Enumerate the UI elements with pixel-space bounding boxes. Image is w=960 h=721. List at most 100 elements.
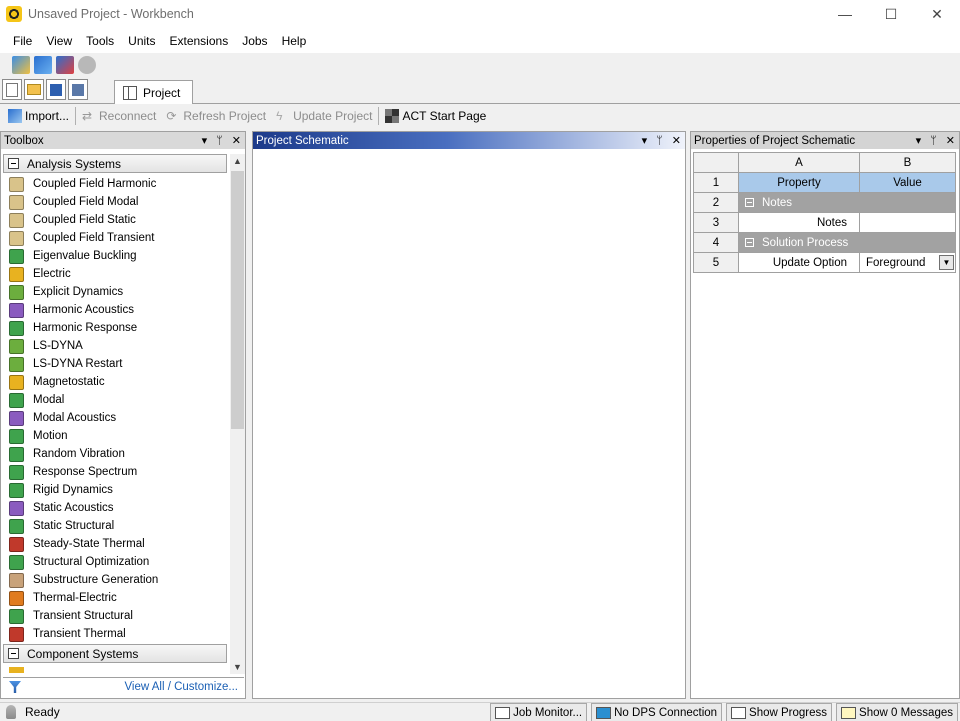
scrollbar-thumb[interactable]	[231, 171, 244, 429]
archive-icon[interactable]	[56, 56, 74, 74]
solution-process-group-row[interactable]: Solution Process	[738, 232, 956, 253]
panel-menu-icon[interactable]: ▾	[916, 134, 922, 147]
list-item[interactable]: Magnetostatic	[9, 373, 229, 391]
menu-units[interactable]: Units	[121, 34, 162, 48]
menu-file[interactable]: File	[6, 34, 39, 48]
list-item[interactable]: Eigenvalue Buckling	[9, 247, 229, 265]
filter-icon[interactable]	[9, 681, 21, 693]
list-item[interactable]: Transient Thermal	[9, 625, 229, 643]
close-icon[interactable]: ✕	[946, 134, 955, 147]
list-item[interactable]: Response Spectrum	[9, 463, 229, 481]
row-number: 2	[693, 192, 739, 213]
close-icon[interactable]: ✕	[232, 134, 241, 147]
save-as-project-icon[interactable]	[68, 79, 88, 100]
list-item[interactable]: Modal Acoustics	[9, 409, 229, 427]
show-progress-label: Show Progress	[749, 706, 828, 719]
open-archive-icon[interactable]	[12, 56, 30, 74]
file-toolbar	[2, 79, 88, 100]
list-item[interactable]: Thermal-Electric	[9, 589, 229, 607]
panel-menu-icon[interactable]: ▾	[202, 134, 208, 147]
column-b-header[interactable]: B	[859, 152, 956, 173]
toolbox-scrollbar[interactable]: ▲ ▼	[230, 154, 245, 674]
table-row: 2 Notes	[693, 192, 956, 213]
show-progress-button[interactable]: Show Progress	[726, 703, 833, 721]
save-as-icon[interactable]	[34, 56, 52, 74]
list-item[interactable]: Static Acoustics	[9, 499, 229, 517]
analysis-system-icon	[9, 626, 24, 642]
menu-view[interactable]: View	[39, 34, 79, 48]
pin-icon[interactable]: ᛘ	[930, 135, 937, 147]
list-item[interactable]: Transient Structural	[9, 607, 229, 625]
pin-icon[interactable]: ᛘ	[216, 135, 223, 147]
list-item[interactable]: Harmonic Response	[9, 319, 229, 337]
minimize-button[interactable]: —	[822, 0, 868, 28]
list-item[interactable]: Rigid Dynamics	[9, 481, 229, 499]
show-messages-button[interactable]: Show 0 Messages	[836, 703, 958, 721]
window-title: Unsaved Project - Workbench	[28, 7, 194, 21]
list-item[interactable]: Coupled Field Harmonic	[9, 175, 229, 193]
analysis-systems-group[interactable]: Analysis Systems	[3, 154, 227, 173]
save-project-icon[interactable]	[46, 79, 66, 100]
analysis-system-label: Transient Structural	[33, 610, 133, 622]
dps-connection-button[interactable]: No DPS Connection	[591, 703, 723, 721]
open-project-icon[interactable]	[24, 79, 44, 100]
list-item[interactable]: LS-DYNA Restart	[9, 355, 229, 373]
list-item[interactable]: Coupled Field Modal	[9, 193, 229, 211]
close-icon[interactable]: ✕	[672, 134, 681, 147]
act-start-page-button[interactable]: ACT Start Page	[385, 109, 486, 123]
properties-table: A B 1 Property Value 2 Notes 3 Notes 4 S…	[693, 152, 956, 273]
notes-property-name: Notes	[738, 212, 860, 233]
scroll-up-icon[interactable]: ▲	[230, 154, 245, 168]
list-item[interactable]: Substructure Generation	[9, 571, 229, 589]
list-item[interactable]: LS-DYNA	[9, 337, 229, 355]
tab-project[interactable]: Project	[114, 80, 194, 104]
analysis-system-label: Coupled Field Modal	[33, 196, 139, 208]
panel-menu-icon[interactable]: ▾	[642, 134, 648, 147]
import-button[interactable]: Import...	[8, 109, 69, 123]
list-item[interactable]: Motion	[9, 427, 229, 445]
analysis-system-icon	[9, 194, 24, 210]
menu-jobs[interactable]: Jobs	[235, 34, 274, 48]
list-item[interactable]: Modal	[9, 391, 229, 409]
reconnect-button[interactable]: ⇄ Reconnect	[82, 109, 156, 123]
project-schematic-panel[interactable]: Project Schematic ▾ ᛘ ✕	[252, 131, 686, 699]
collapse-icon[interactable]	[745, 237, 754, 247]
new-project-icon[interactable]	[2, 79, 22, 100]
analysis-systems-label: Analysis Systems	[27, 156, 122, 171]
list-item[interactable]: Harmonic Acoustics	[9, 301, 229, 319]
menu-extensions[interactable]: Extensions	[163, 34, 236, 48]
close-button[interactable]: ✕	[914, 0, 960, 28]
list-item[interactable]: Static Structural	[9, 517, 229, 535]
menu-tools[interactable]: Tools	[79, 34, 121, 48]
notes-value-field[interactable]	[859, 212, 956, 233]
list-item[interactable]: Electric	[9, 265, 229, 283]
view-all-customize-link[interactable]: View All / Customize...	[124, 681, 238, 693]
notes-group-label: Notes	[762, 196, 793, 209]
chevron-down-icon[interactable]: ▼	[939, 255, 954, 270]
job-monitor-button[interactable]: Job Monitor...	[490, 703, 588, 721]
update-project-button[interactable]: ϟ Update Project	[276, 109, 372, 123]
refresh-project-button[interactable]: ⟳ Refresh Project	[166, 109, 266, 123]
maximize-button[interactable]: ☐	[868, 0, 914, 28]
analysis-system-icon	[9, 590, 24, 606]
list-item[interactable]: Steady-State Thermal	[9, 535, 229, 553]
component-systems-group[interactable]: Component Systems	[3, 644, 227, 663]
list-item[interactable]: Explicit Dynamics	[9, 283, 229, 301]
analysis-system-icon	[9, 464, 24, 480]
list-item[interactable]: Coupled Field Static	[9, 211, 229, 229]
list-item[interactable]: Coupled Field Transient	[9, 229, 229, 247]
connect-icon[interactable]	[78, 56, 96, 74]
scroll-down-icon[interactable]: ▼	[230, 660, 245, 674]
list-item[interactable]: Structural Optimization	[9, 553, 229, 571]
pin-icon[interactable]: ᛘ	[656, 135, 663, 147]
collapse-icon[interactable]	[745, 197, 754, 207]
analysis-system-label: Response Spectrum	[33, 466, 138, 478]
update-option-select[interactable]: Foreground ▼	[859, 252, 956, 273]
list-item[interactable]: Random Vibration	[9, 445, 229, 463]
column-a-header[interactable]: A	[738, 152, 860, 173]
table-row: 5 Update Option Foreground ▼	[693, 252, 956, 273]
menu-help[interactable]: Help	[275, 34, 314, 48]
notes-group-row[interactable]: Notes	[738, 192, 956, 213]
tab-project-label: Project	[143, 85, 181, 100]
analysis-system-icon	[9, 374, 24, 390]
